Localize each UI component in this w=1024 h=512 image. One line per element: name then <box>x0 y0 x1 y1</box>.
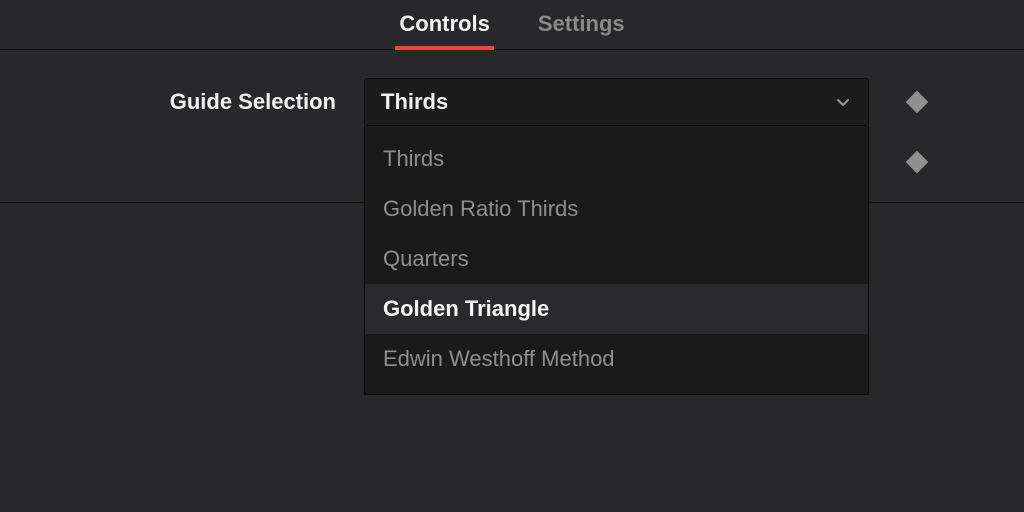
tab-settings[interactable]: Settings <box>534 1 629 49</box>
keyframe-icon[interactable] <box>906 151 929 174</box>
tab-bar: Controls Settings <box>0 0 1024 50</box>
guide-selection-value: Thirds <box>381 89 448 115</box>
row-guide-selection: Guide Selection Thirds Thirds Golden Rat… <box>0 72 1024 132</box>
keyframe-icon[interactable] <box>906 91 929 114</box>
dropdown-option[interactable]: Golden Triangle <box>365 284 868 334</box>
inspector-panel: Controls Settings Guide Selection Thirds… <box>0 0 1024 512</box>
guide-selection-label: Guide Selection <box>24 89 364 115</box>
chevron-down-icon <box>834 93 852 111</box>
guide-selection-dropdown[interactable]: Thirds <box>364 78 869 126</box>
tab-controls[interactable]: Controls <box>395 1 493 49</box>
dropdown-option[interactable]: Golden Ratio Thirds <box>365 184 868 234</box>
dropdown-option[interactable]: Thirds <box>365 134 868 184</box>
dropdown-option[interactable]: Quarters <box>365 234 868 284</box>
guide-selection-dropdown-list: Thirds Golden Ratio Thirds Quarters Gold… <box>364 126 869 395</box>
dropdown-option[interactable]: Edwin Westhoff Method <box>365 334 868 384</box>
